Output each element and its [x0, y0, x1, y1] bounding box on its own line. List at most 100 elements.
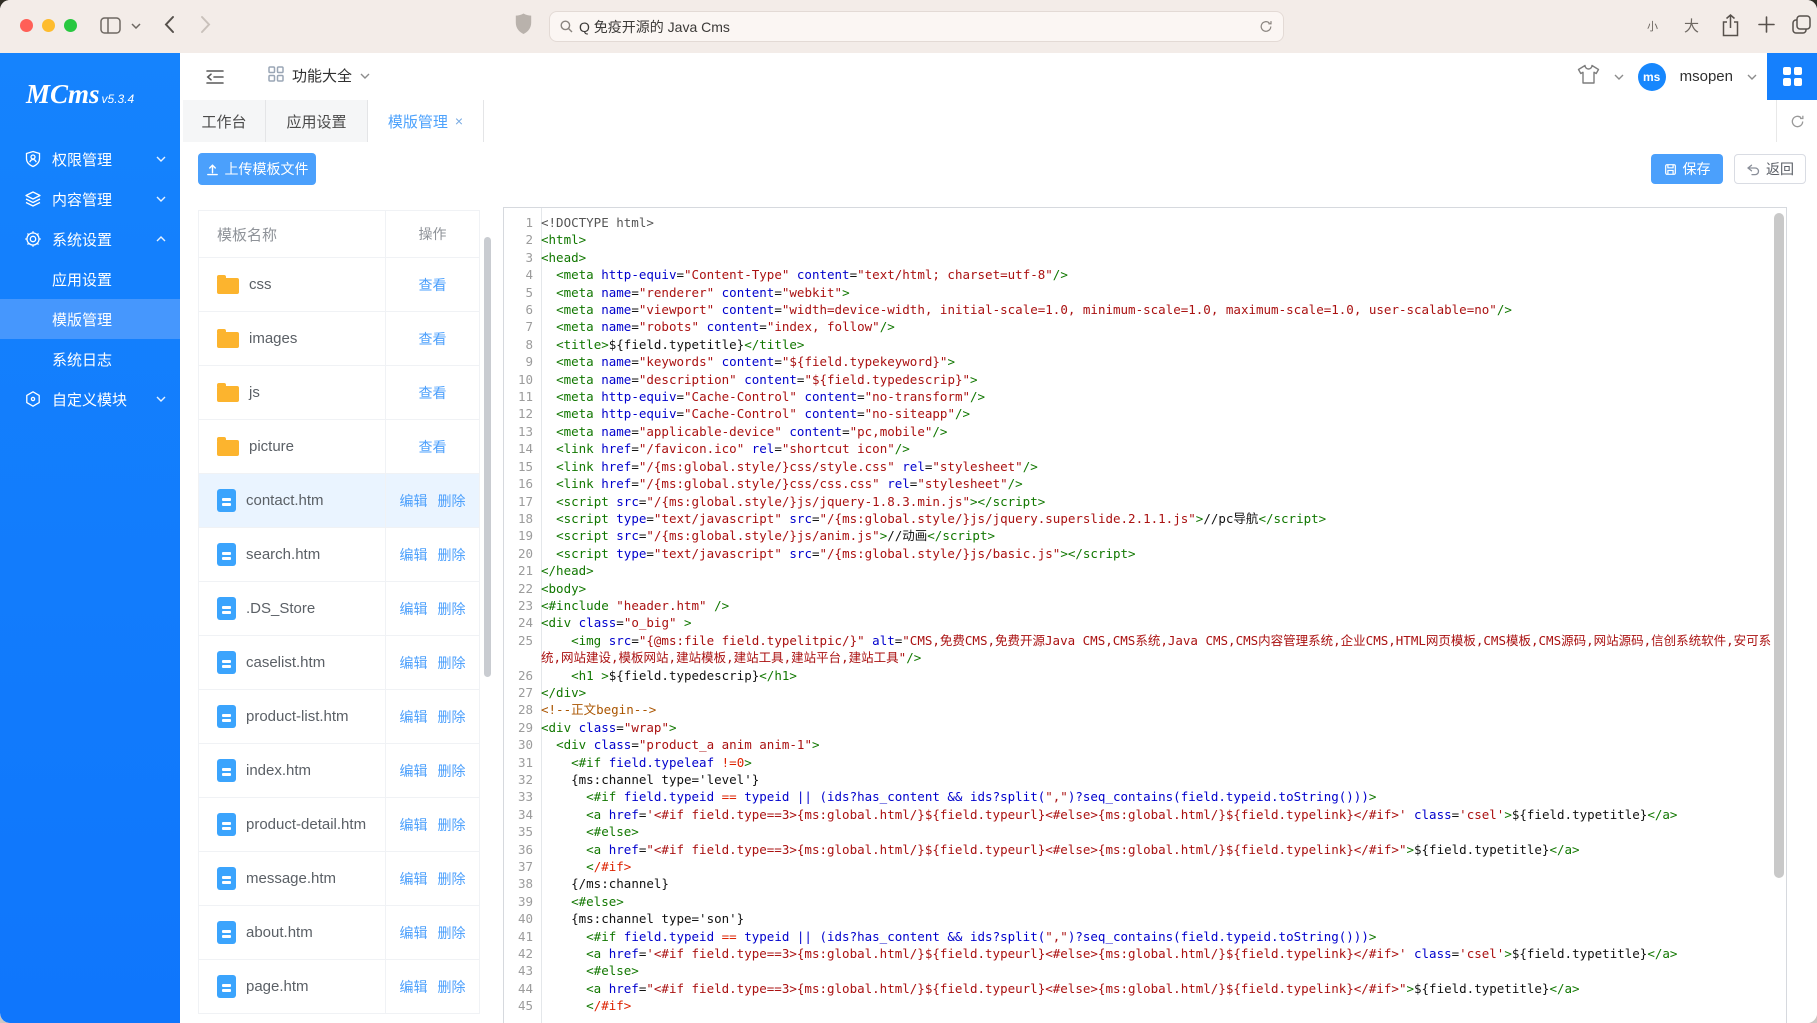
edit-link[interactable]: 编辑: [400, 599, 428, 619]
code-line[interactable]: 20 <script type="text/javascript" src="/…: [504, 545, 1772, 562]
zoom-window-button[interactable]: [64, 19, 77, 32]
view-link[interactable]: 查看: [419, 329, 447, 349]
delete-link[interactable]: 删除: [438, 545, 466, 565]
sidebar-item-内容管理[interactable]: 内容管理: [0, 179, 180, 219]
code-line[interactable]: 29<div class="wrap">: [504, 719, 1772, 736]
code-line[interactable]: 37 </#if>: [504, 858, 1772, 875]
tab-overview-icon[interactable]: [1792, 15, 1811, 34]
share-icon[interactable]: [1722, 14, 1739, 37]
new-tab-icon[interactable]: [1758, 16, 1775, 33]
edit-link[interactable]: 编辑: [400, 545, 428, 565]
tab-工作台[interactable]: 工作台: [183, 100, 266, 142]
save-button[interactable]: 保存: [1651, 154, 1723, 184]
code-line[interactable]: 25 <img src="{@ms:file field.typelitpic/…: [504, 632, 1772, 667]
tab-模版管理[interactable]: 模版管理×: [368, 100, 484, 142]
minimize-window-button[interactable]: [42, 19, 55, 32]
code-line[interactable]: 34 <a href='<#if field.type==3>{ms:globa…: [504, 806, 1772, 823]
code-line[interactable]: 12 <meta http-equiv="Cache-Control" cont…: [504, 405, 1772, 422]
delete-link[interactable]: 删除: [438, 653, 466, 673]
code-line[interactable]: 32 {ms:channel type='level'}: [504, 771, 1772, 788]
editor-scrollbar[interactable]: [1774, 213, 1784, 878]
code-line[interactable]: 30 <div class="product_a anim anim-1">: [504, 736, 1772, 753]
apps-grid-button[interactable]: [1767, 53, 1817, 100]
delete-link[interactable]: 删除: [438, 707, 466, 727]
code-line[interactable]: 39 <#else>: [504, 893, 1772, 910]
privacy-shield-icon[interactable]: [515, 13, 532, 35]
sidebar-item-应用设置[interactable]: 应用设置: [0, 259, 180, 299]
code-line[interactable]: 27</div>: [504, 684, 1772, 701]
text-larger-button[interactable]: 大: [1684, 15, 1699, 36]
edit-link[interactable]: 编辑: [400, 653, 428, 673]
file-row-caselist.htm[interactable]: caselist.htm编辑删除: [199, 636, 479, 690]
file-row-search.htm[interactable]: search.htm编辑删除: [199, 528, 479, 582]
edit-link[interactable]: 编辑: [400, 923, 428, 943]
code-line[interactable]: 43 <#else>: [504, 962, 1772, 979]
sidebar-item-权限管理[interactable]: 权限管理: [0, 139, 180, 179]
edit-link[interactable]: 编辑: [400, 815, 428, 835]
back-button-toolbar[interactable]: 返回: [1734, 154, 1806, 184]
code-line[interactable]: 19 <script src="/{ms:global.style/}js/an…: [504, 527, 1772, 544]
file-row-css[interactable]: css查看: [199, 258, 479, 312]
sidebar-item-系统设置[interactable]: 系统设置: [0, 219, 180, 259]
code-line[interactable]: 8 <title>${field.typetitle}</title>: [504, 336, 1772, 353]
sidebar-item-系统日志[interactable]: 系统日志: [0, 339, 180, 379]
view-link[interactable]: 查看: [419, 437, 447, 457]
refresh-tab-icon[interactable]: [1776, 100, 1817, 142]
code-line[interactable]: 28<!--正文begin-->: [504, 701, 1772, 718]
theme-skin-icon[interactable]: [1577, 64, 1600, 90]
text-smaller-button[interactable]: 小: [1647, 18, 1658, 34]
code-line[interactable]: 9 <meta name="keywords" content="${field…: [504, 353, 1772, 370]
code-line[interactable]: 18 <script type="text/javascript" src="/…: [504, 510, 1772, 527]
file-row-contact.htm[interactable]: contact.htm编辑删除: [199, 474, 479, 528]
sidebar-item-模版管理[interactable]: 模版管理: [0, 299, 180, 339]
file-row-js[interactable]: js查看: [199, 366, 479, 420]
app-menu[interactable]: 功能大全: [268, 65, 370, 86]
collapse-sidebar-icon[interactable]: [205, 67, 225, 92]
code-line[interactable]: 41 <#if field.typeid == typeid || (ids?h…: [504, 928, 1772, 945]
view-link[interactable]: 查看: [419, 275, 447, 295]
delete-link[interactable]: 删除: [438, 923, 466, 943]
view-link[interactable]: 查看: [419, 383, 447, 403]
back-button[interactable]: [164, 15, 175, 34]
delete-link[interactable]: 删除: [438, 869, 466, 889]
close-tab-icon[interactable]: ×: [455, 113, 463, 129]
code-line[interactable]: 11 <meta http-equiv="Cache-Control" cont…: [504, 388, 1772, 405]
code-line[interactable]: 31 <#if field.typeleaf !=0>: [504, 754, 1772, 771]
code-line[interactable]: 38 {/ms:channel}: [504, 875, 1772, 892]
code-line[interactable]: 13 <meta name="applicable-device" conten…: [504, 423, 1772, 440]
file-row-picture[interactable]: picture查看: [199, 420, 479, 474]
code-line[interactable]: 23<#include "header.htm" />: [504, 597, 1772, 614]
edit-link[interactable]: 编辑: [400, 707, 428, 727]
edit-link[interactable]: 编辑: [400, 869, 428, 889]
edit-link[interactable]: 编辑: [400, 761, 428, 781]
code-line[interactable]: 15 <link href="/{ms:global.style/}css/st…: [504, 458, 1772, 475]
code-line[interactable]: 7 <meta name="robots" content="index, fo…: [504, 318, 1772, 335]
code-line[interactable]: 42 <a href='<#if field.type==3>{ms:globa…: [504, 945, 1772, 962]
delete-link[interactable]: 删除: [438, 761, 466, 781]
code-line[interactable]: 3<head>: [504, 249, 1772, 266]
code-line[interactable]: 26 <h1 >${field.typedescrip}</h1>: [504, 667, 1772, 684]
username[interactable]: msopen: [1680, 68, 1733, 85]
file-row-page.htm[interactable]: page.htm编辑删除: [199, 960, 479, 1014]
delete-link[interactable]: 删除: [438, 491, 466, 511]
delete-link[interactable]: 删除: [438, 977, 466, 997]
close-window-button[interactable]: [20, 19, 33, 32]
forward-button[interactable]: [200, 15, 211, 34]
address-bar[interactable]: Q 免疫开源的 Java Cms: [549, 11, 1284, 42]
code-line[interactable]: 44 <a href="<#if field.type==3>{ms:globa…: [504, 980, 1772, 997]
file-row-.DS_Store[interactable]: .DS_Store编辑删除: [199, 582, 479, 636]
file-row-about.htm[interactable]: about.htm编辑删除: [199, 906, 479, 960]
code-line[interactable]: 40 {ms:channel type='son'}: [504, 910, 1772, 927]
file-row-message.htm[interactable]: message.htm编辑删除: [199, 852, 479, 906]
code-line[interactable]: 4 <meta http-equiv="Content-Type" conten…: [504, 266, 1772, 283]
code-line[interactable]: 45 </#if>: [504, 997, 1772, 1014]
chevron-down-icon[interactable]: [131, 23, 141, 29]
file-row-product-detail.htm[interactable]: product-detail.htm编辑删除: [199, 798, 479, 852]
delete-link[interactable]: 删除: [438, 815, 466, 835]
code-line[interactable]: 16 <link href="/{ms:global.style/}css/cs…: [504, 475, 1772, 492]
delete-link[interactable]: 删除: [438, 599, 466, 619]
browser-sidebar-icon[interactable]: [100, 17, 121, 34]
reload-icon[interactable]: [1259, 19, 1273, 34]
edit-link[interactable]: 编辑: [400, 491, 428, 511]
code-line[interactable]: 5 <meta name="renderer" content="webkit"…: [504, 284, 1772, 301]
